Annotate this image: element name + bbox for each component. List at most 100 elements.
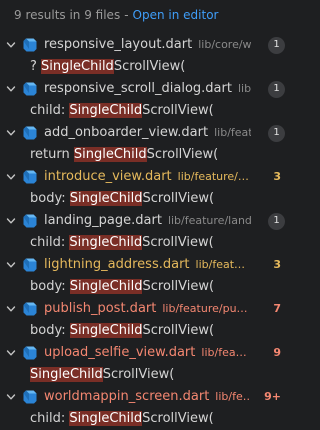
- match-before: body:: [30, 191, 70, 206]
- match-count-area: 1: [251, 78, 291, 100]
- match-count-badge: 1: [268, 124, 285, 142]
- match-count-area: 1: [251, 210, 291, 232]
- chevron-down-icon[interactable]: [5, 210, 17, 232]
- chevron-down-icon[interactable]: [5, 122, 17, 144]
- result-file-row[interactable]: add_onboarder_view.dart lib/featur… 1: [0, 122, 291, 144]
- file-path: lib/feature/…: [177, 170, 249, 183]
- match-before: child:: [30, 235, 70, 250]
- file-name: add_onboarder_view.dart: [44, 125, 209, 140]
- match-highlight: SingleChild: [69, 235, 143, 250]
- match-before: body:: [30, 279, 70, 294]
- match-highlight: SingleChild: [69, 103, 143, 118]
- file-name: responsive_layout.dart: [44, 37, 193, 52]
- chevron-down-icon[interactable]: [5, 166, 17, 188]
- result-file-info: publish_post.dart lib/feature/pu…: [44, 298, 248, 320]
- match-count-area: 9: [251, 342, 291, 364]
- result-file-info: worldmappin_screen.dart lib/fe…: [44, 386, 254, 408]
- match-before: ?: [30, 59, 42, 74]
- chevron-down-icon[interactable]: [5, 78, 17, 100]
- file-path: lib/feat…: [195, 258, 246, 271]
- problem-count: 7: [273, 302, 281, 315]
- result-file-row[interactable]: worldmappin_screen.dart lib/fe… 9+: [0, 386, 291, 408]
- match-count-area: 3: [251, 254, 291, 276]
- dart-file-icon: [22, 345, 38, 361]
- result-file-info: landing_page.dart lib/feature/landin…: [44, 210, 273, 232]
- dart-file-icon: [22, 125, 38, 141]
- match-count-area: 1: [251, 34, 291, 56]
- dart-file-icon: [22, 389, 38, 405]
- chevron-down-icon[interactable]: [5, 342, 17, 364]
- results-count-text: 9 results in 9 files: [14, 8, 121, 22]
- chevron-down-icon[interactable]: [5, 254, 17, 276]
- problem-count: 3: [273, 170, 281, 183]
- problem-count: 9: [273, 346, 281, 359]
- problem-count: 9+: [264, 390, 281, 403]
- file-name: publish_post.dart: [44, 301, 157, 316]
- match-after: ScrollView(: [142, 323, 215, 338]
- match-before: body:: [30, 323, 70, 338]
- result-file-info: add_onboarder_view.dart lib/featur…: [44, 122, 275, 144]
- result-file-row[interactable]: responsive_layout.dart lib/core/widg… 1: [0, 34, 291, 56]
- file-path: lib/fea…: [201, 346, 247, 359]
- match-line[interactable]: SingleChildScrollView(: [0, 364, 291, 386]
- match-line[interactable]: child: SingleChildScrollView(: [0, 232, 291, 254]
- file-path: lib/feature/pu…: [162, 302, 248, 315]
- chevron-down-icon[interactable]: [5, 34, 17, 56]
- result-file-row[interactable]: publish_post.dart lib/feature/pu… 7: [0, 298, 291, 320]
- match-highlight: SingleChild: [30, 367, 103, 382]
- dart-file-icon: [22, 301, 38, 317]
- result-file-info: upload_selfie_view.dart lib/fea…: [44, 342, 247, 364]
- match-line[interactable]: body: SingleChildScrollView(: [0, 320, 291, 342]
- match-count-badge: 1: [268, 80, 285, 98]
- file-name: responsive_scroll_dialog.dart: [44, 81, 232, 96]
- chevron-down-icon[interactable]: [5, 298, 17, 320]
- match-before: child:: [30, 103, 70, 118]
- file-name: lightning_address.dart: [44, 257, 190, 272]
- dart-file-icon: [22, 81, 38, 97]
- match-before: return: [30, 147, 74, 162]
- match-after: ScrollView(: [102, 367, 175, 382]
- match-after: ScrollView(: [146, 147, 219, 162]
- chevron-down-icon[interactable]: [5, 386, 17, 408]
- match-highlight: SingleChild: [69, 191, 143, 206]
- result-file-info: responsive_layout.dart lib/core/widg…: [44, 34, 280, 56]
- open-in-editor-link[interactable]: Open in editor: [133, 8, 219, 22]
- match-after: ScrollView(: [113, 59, 186, 74]
- result-file-row[interactable]: responsive_scroll_dialog.dartlib/co…1: [0, 78, 291, 100]
- result-file-info: lightning_address.dart lib/feat…: [44, 254, 245, 276]
- match-count-badge: 1: [268, 36, 285, 54]
- match-after: ScrollView(: [142, 103, 214, 118]
- result-file-row[interactable]: upload_selfie_view.dart lib/fea… 9: [0, 342, 291, 364]
- match-line[interactable]: body: SingleChildScrollView(: [0, 276, 291, 298]
- match-line[interactable]: child: SingleChildScrollView(: [0, 408, 291, 430]
- file-name: upload_selfie_view.dart: [44, 345, 196, 360]
- summary-separator: -: [124, 8, 129, 22]
- search-results-tree: responsive_layout.dart lib/core/widg… 1? S…: [0, 34, 291, 430]
- match-after: ScrollView(: [142, 191, 215, 206]
- match-highlight: SingleChild: [73, 147, 147, 162]
- match-count-area: 9+: [251, 386, 291, 408]
- dart-file-icon: [22, 37, 38, 53]
- match-line[interactable]: child: SingleChildScrollView(: [0, 100, 291, 122]
- match-after: ScrollView(: [142, 235, 214, 250]
- match-count-badge: 1: [268, 212, 285, 230]
- match-highlight: SingleChild: [69, 323, 143, 338]
- match-after: ScrollView(: [142, 279, 215, 294]
- file-name: introduce_view.dart: [44, 169, 172, 184]
- result-file-info: introduce_view.dart lib/feature/…: [44, 166, 249, 188]
- match-count-area: 7: [251, 298, 291, 320]
- result-file-row[interactable]: landing_page.dart lib/feature/landin… 1: [0, 210, 291, 232]
- match-line[interactable]: return SingleChildScrollView(: [0, 144, 291, 166]
- file-name: landing_page.dart: [44, 213, 162, 228]
- result-file-info: responsive_scroll_dialog.dartlib/co…: [44, 78, 279, 100]
- match-after: ScrollView(: [142, 411, 214, 426]
- match-before: child:: [30, 411, 70, 426]
- result-file-row[interactable]: introduce_view.dart lib/feature/… 3: [0, 166, 291, 188]
- match-line[interactable]: body: SingleChildScrollView(: [0, 188, 291, 210]
- result-file-row[interactable]: lightning_address.dart lib/feat… 3: [0, 254, 291, 276]
- search-summary: 9 results in 9 files - Open in editor: [14, 8, 218, 22]
- match-highlight: SingleChild: [69, 411, 143, 426]
- match-count-area: 3: [251, 166, 291, 188]
- match-highlight: SingleChild: [41, 59, 114, 74]
- match-line[interactable]: ? SingleChildScrollView(: [0, 56, 291, 78]
